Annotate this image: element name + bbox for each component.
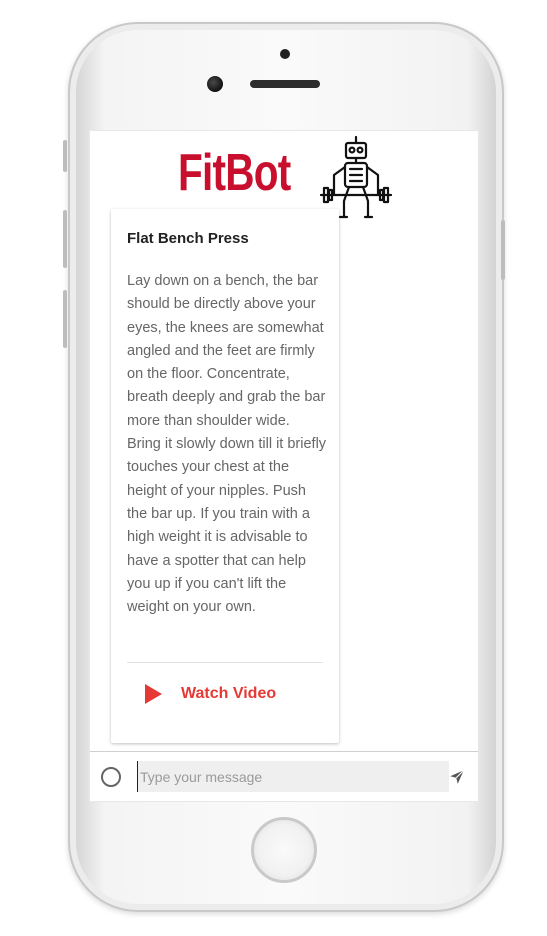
robot-weightlifter-icon (320, 135, 392, 219)
exercise-title: Flat Bench Press (127, 230, 249, 247)
message-composer (90, 751, 478, 801)
card-divider (127, 662, 323, 663)
send-icon[interactable] (448, 768, 466, 786)
play-icon (145, 684, 162, 704)
circle-icon[interactable] (101, 767, 121, 787)
stage: FitBot Flat Bench Press Lay down on a be… (0, 0, 547, 936)
volume-down-button (63, 290, 67, 348)
volume-up-button (63, 210, 67, 268)
proximity-sensor (280, 49, 290, 59)
app-screen: FitBot Flat Bench Press Lay down on a be… (89, 130, 479, 802)
exercise-card: Flat Bench Press Lay down on a bench, th… (111, 209, 339, 743)
message-input[interactable] (137, 761, 449, 792)
watch-video-label: Watch Video (181, 685, 277, 702)
front-camera (207, 76, 223, 92)
logo-text: FitBot (178, 144, 291, 202)
home-button[interactable] (251, 817, 317, 883)
mute-switch (63, 140, 67, 172)
exercise-description: Lay down on a bench, the bar should be d… (127, 273, 327, 616)
earpiece-speaker (250, 80, 320, 88)
watch-video-button[interactable]: Watch Video (145, 679, 276, 709)
fitbot-logo: FitBot (178, 135, 398, 225)
power-button (501, 220, 505, 280)
